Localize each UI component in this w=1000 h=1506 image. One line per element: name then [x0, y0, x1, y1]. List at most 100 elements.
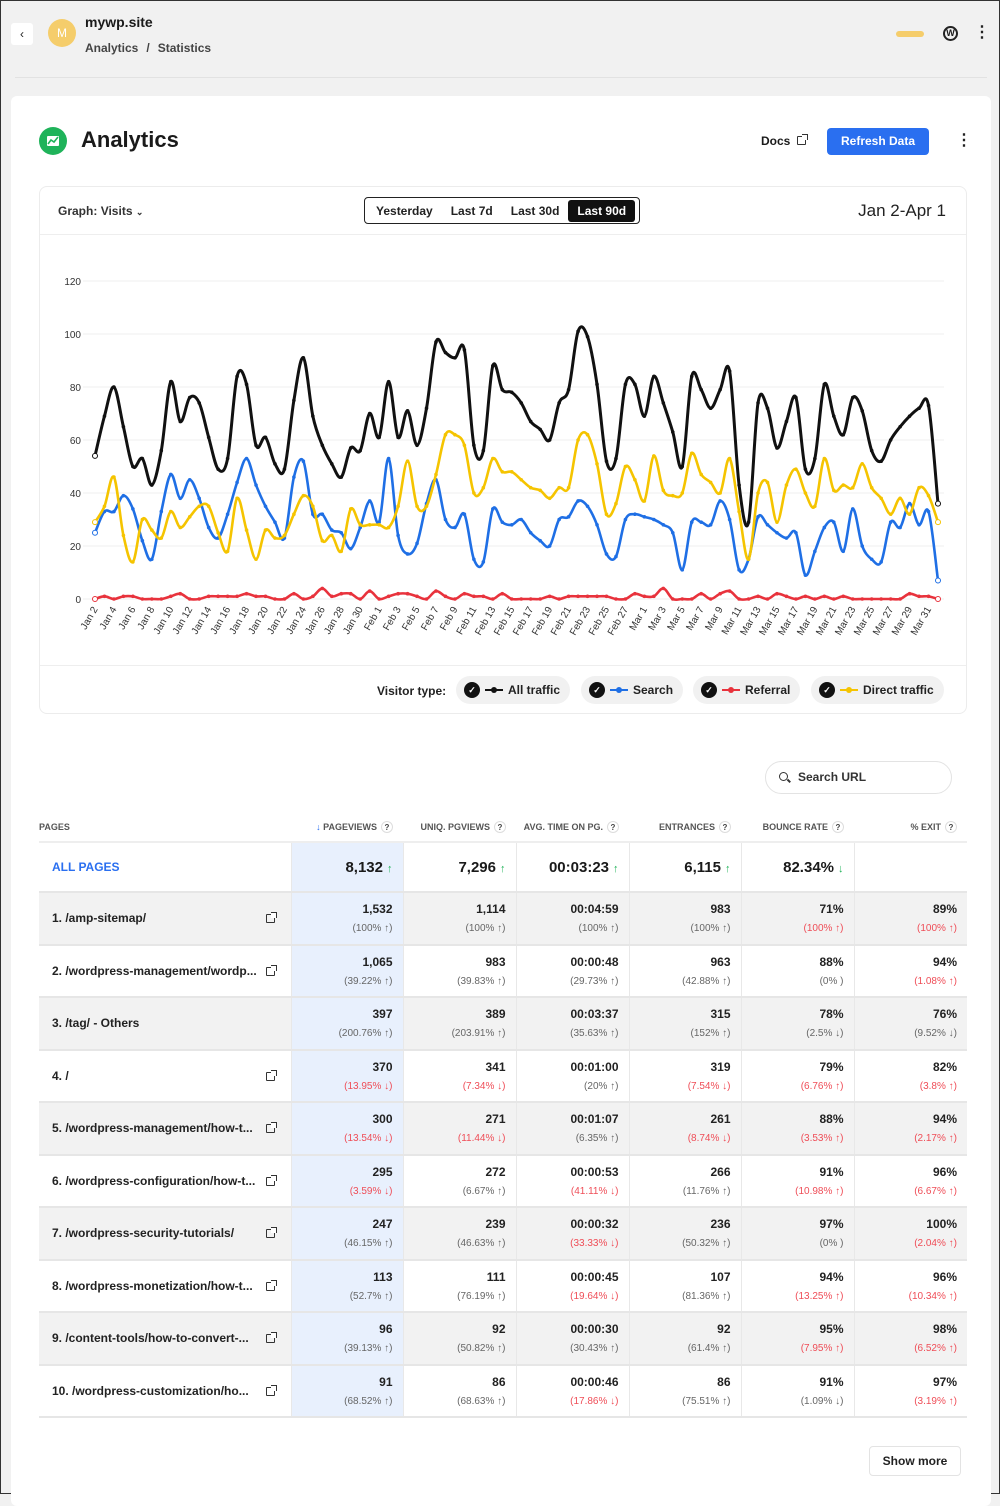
- help-icon[interactable]: ?: [719, 821, 731, 833]
- table-row[interactable]: 8. /wordpress-monetization/how-t... 113 (5…: [39, 1259, 967, 1313]
- column-header[interactable]: UNIQ. PGVIEWS?: [403, 813, 516, 843]
- table-row[interactable]: 1. /amp-sitemap/1,532 (100% ↑) 1,114 (100% …: [39, 892, 967, 946]
- table-row[interactable]: 3. /tag/ - Others 397 (200.76% ↑) 389 (203.9…: [39, 997, 967, 1051]
- page-cell[interactable]: 1. /amp-sitemap/: [39, 892, 292, 946]
- data-point: [292, 475, 296, 479]
- data-point: [131, 464, 135, 469]
- table-row[interactable]: 9. /content-tools/how-to-convert-... 96 (3…: [39, 1312, 967, 1366]
- external-link-icon[interactable]: [265, 1279, 277, 1291]
- data-point: [680, 568, 685, 572]
- metric-cell: 00:00:45 (19.64% ↓): [516, 1259, 630, 1313]
- page-cell[interactable]: 7. /wordpress-security-tutorials/: [39, 1207, 292, 1261]
- data-point: [822, 594, 827, 599]
- data-point: [566, 485, 571, 490]
- data-point: [206, 525, 211, 530]
- kebab-icon[interactable]: ⋮: [974, 25, 990, 41]
- legend-direct-traffic[interactable]: ✓ Direct traffic: [811, 676, 944, 704]
- table-row[interactable]: 2. /wordpress-management/wordp... 1,065 (3…: [39, 944, 967, 998]
- wordpress-icon[interactable]: W: [943, 26, 958, 41]
- column-header[interactable]: AVG. TIME ON PG.?: [516, 813, 629, 843]
- page-cell[interactable]: 2. /wordpress-management/wordp...: [39, 944, 292, 998]
- data-point: [443, 517, 448, 522]
- legend-search[interactable]: ✓ Search: [581, 676, 684, 704]
- help-icon[interactable]: ?: [494, 821, 506, 833]
- data-point: [443, 432, 448, 437]
- breadcrumb-separator: /: [146, 41, 150, 55]
- metric-cell: 389 (203.91% ↑): [403, 997, 517, 1051]
- data-point: [206, 594, 211, 599]
- data-point: [860, 544, 865, 548]
- table-row[interactable]: 10. /wordpress-customization/ho... 91 (68.…: [39, 1364, 967, 1418]
- breadcrumb: Analytics / Statistics: [85, 41, 219, 55]
- legend-referral[interactable]: ✓ Referral: [693, 676, 801, 704]
- help-icon[interactable]: ?: [945, 821, 957, 833]
- data-point: [273, 462, 277, 466]
- data-point: [150, 483, 154, 487]
- external-link-icon[interactable]: [265, 1227, 277, 1238]
- data-point: [680, 491, 685, 495]
- external-link-icon[interactable]: [265, 1122, 277, 1133]
- table-row[interactable]: 7. /wordpress-security-tutorials/247 (46.…: [39, 1207, 967, 1261]
- data-point: [604, 552, 609, 556]
- divider: [15, 77, 987, 78]
- column-header[interactable]: ↓ PAGEVIEWS?: [291, 813, 403, 843]
- data-point: [273, 536, 277, 540]
- data-point: [301, 597, 306, 601]
- arrow-up-icon: ↑: [387, 862, 393, 875]
- data-point: [576, 499, 580, 503]
- table-row[interactable]: 4. /370 (13.95% ↓) 341 (7.34% ↓) 00:01:00 (20…: [39, 1049, 967, 1103]
- external-link-icon[interactable]: [265, 1069, 277, 1081]
- divider: [40, 665, 966, 666]
- help-icon[interactable]: ?: [832, 821, 844, 833]
- data-point: [623, 382, 628, 387]
- data-point: [424, 597, 429, 601]
- data-point: [869, 597, 874, 601]
- help-icon[interactable]: ?: [607, 821, 619, 833]
- breadcrumb-analytics[interactable]: Analytics: [85, 41, 138, 55]
- data-point: [708, 480, 713, 485]
- data-point: [888, 597, 893, 601]
- page-cell[interactable]: 3. /tag/ - Others: [39, 997, 292, 1051]
- column-header[interactable]: ENTRANCES?: [629, 813, 741, 843]
- data-point: [689, 451, 694, 456]
- data-point: [585, 504, 590, 509]
- help-icon[interactable]: ?: [381, 821, 393, 833]
- data-point: [661, 488, 666, 493]
- data-point: [917, 406, 921, 410]
- site-name[interactable]: mywp.site: [85, 14, 153, 30]
- external-link-icon[interactable]: [265, 1332, 277, 1343]
- column-header[interactable]: BOUNCE RATE?: [741, 813, 854, 843]
- metric-cell: 89% (100% ↑): [854, 892, 967, 946]
- data-point: [727, 517, 732, 522]
- page-cell[interactable]: 8. /wordpress-monetization/how-t...: [39, 1259, 292, 1313]
- show-more-button[interactable]: Show more: [869, 1446, 961, 1476]
- page-cell[interactable]: 10. /wordpress-customization/ho...: [39, 1364, 292, 1418]
- back-button[interactable]: ‹: [11, 23, 33, 45]
- data-point: [396, 591, 400, 596]
- check-icon: ✓: [589, 682, 605, 698]
- data-point: [92, 452, 98, 459]
- refresh-data-button[interactable]: Refresh Data: [827, 128, 929, 155]
- legend-all-traffic[interactable]: ✓ All traffic: [456, 676, 571, 704]
- data-point: [216, 530, 220, 535]
- external-link-icon[interactable]: [265, 1174, 277, 1186]
- external-link-icon[interactable]: [265, 964, 277, 976]
- data-point: [784, 483, 789, 487]
- data-point: [765, 480, 770, 485]
- external-link-icon[interactable]: [265, 1384, 277, 1396]
- search-url-input[interactable]: Search URL: [765, 761, 952, 794]
- data-point: [178, 496, 183, 501]
- page-cell[interactable]: 9. /content-tools/how-to-convert-...: [39, 1312, 292, 1366]
- docs-link[interactable]: Docs: [761, 134, 809, 148]
- table-row[interactable]: 6. /wordpress-configuration/how-t... 295(…: [39, 1154, 967, 1208]
- data-point: [528, 485, 533, 490]
- kebab-icon[interactable]: ⋮: [956, 133, 972, 149]
- column-header[interactable]: % EXIT?: [854, 813, 967, 843]
- page-cell[interactable]: 6. /wordpress-configuration/how-t...: [39, 1154, 292, 1208]
- table-row[interactable]: 5. /wordpress-management/how-t... 300 (13.…: [39, 1102, 967, 1156]
- all-pages-link[interactable]: ALL PAGES: [39, 842, 292, 893]
- data-point: [377, 597, 381, 601]
- page-cell[interactable]: 4. /: [39, 1049, 292, 1103]
- external-link-icon[interactable]: [265, 912, 277, 923]
- page-cell[interactable]: 5. /wordpress-management/how-t...: [39, 1102, 292, 1156]
